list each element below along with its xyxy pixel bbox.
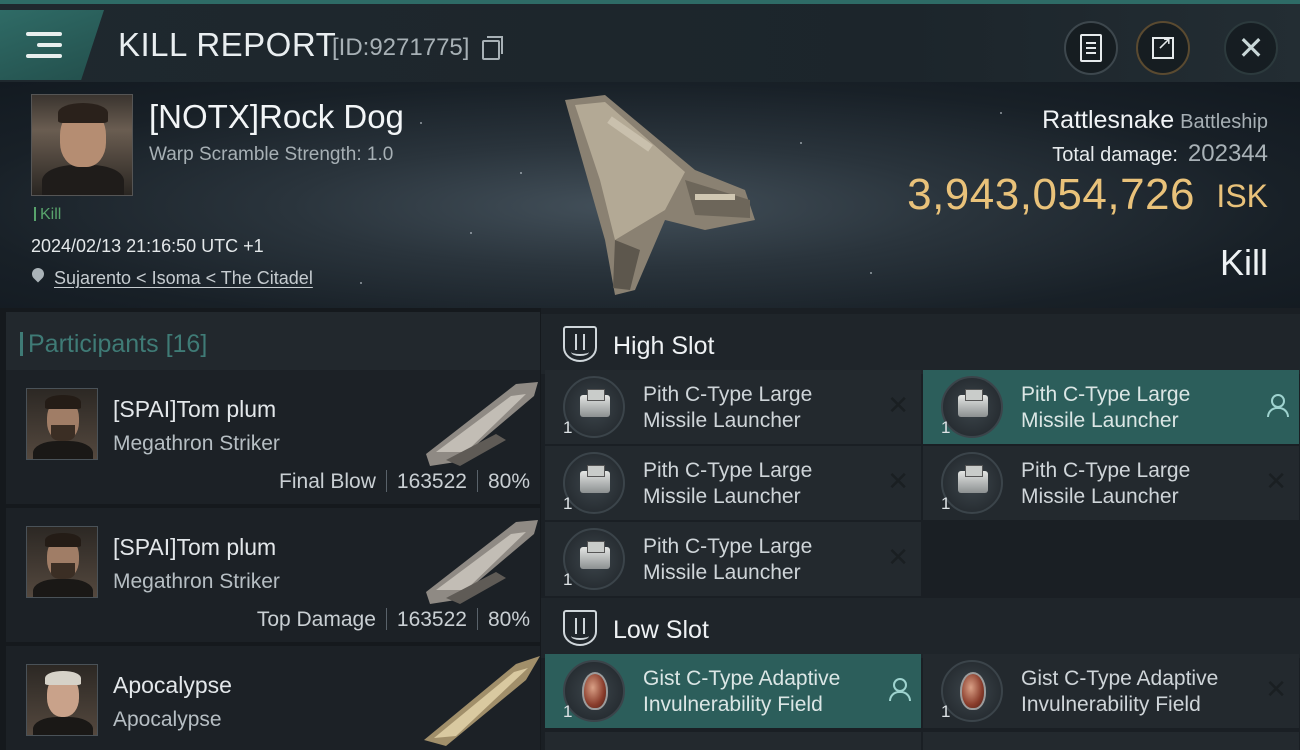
clipboard-button[interactable] xyxy=(1064,21,1118,75)
destroyed-icon: ✕ xyxy=(887,542,909,572)
low-slot-header: Low Slot xyxy=(541,598,1300,658)
participant-ship-image xyxy=(426,382,538,466)
participant-ship-image xyxy=(424,656,540,746)
module-name: Pith C-Type Large Missile Launcher xyxy=(1021,383,1191,432)
high-slot-label: High Slot xyxy=(613,332,715,360)
menu-icon xyxy=(26,32,62,62)
module-quantity: 1 xyxy=(563,570,573,589)
participant-portrait[interactable] xyxy=(26,388,98,460)
participants-panel: Participants [16] [SPAI]Tom plum Megathr… xyxy=(0,308,541,750)
participant-role: Top Damage xyxy=(256,608,376,631)
module-quantity: 1 xyxy=(941,418,951,437)
victim-name[interactable]: [NOTX]Rock Dog xyxy=(149,98,404,136)
close-button[interactable]: ✕ xyxy=(1224,21,1278,75)
victim-ship-class: Battleship xyxy=(1180,111,1268,133)
module-name: Pith C-Type Large Missile Launcher xyxy=(1021,459,1191,508)
destroyed-icon: ✕ xyxy=(1265,674,1287,704)
share-button[interactable] xyxy=(1136,21,1190,75)
participant-damage: 163522 xyxy=(396,608,467,631)
participant-name: [SPAI]Tom plum xyxy=(113,534,277,560)
high-slot-header: High Slot xyxy=(541,314,1300,374)
isk-value: 3,943,054,726 xyxy=(907,170,1195,219)
total-damage: Total damage: 202344 xyxy=(1052,140,1268,167)
destroyed-icon: ✕ xyxy=(887,390,909,420)
dropped-person-icon xyxy=(1265,394,1289,418)
participant-name: [SPAI]Tom plum xyxy=(113,396,277,422)
module-name: Pith C-Type Large Missile Launcher xyxy=(643,383,813,432)
report-id: [ID:9271775] xyxy=(332,34,470,61)
participant-ship-image xyxy=(426,520,538,604)
clipboard-icon xyxy=(1080,34,1102,62)
victim-ship-image xyxy=(565,95,755,295)
participant-row[interactable]: [SPAI]Tom plum Megathron Striker Top Dam… xyxy=(6,508,540,642)
participants-count: [16] xyxy=(165,330,208,358)
low-slot-label: Low Slot xyxy=(613,616,709,644)
victim-ship-name: Rattlesnake Battleship xyxy=(1042,106,1268,134)
module-item[interactable]: 1 Pith C-Type Large Missile Launcher ✕ xyxy=(923,446,1299,520)
destroyed-icon: ✕ xyxy=(1265,466,1287,496)
copy-icon[interactable] xyxy=(482,36,503,60)
module-item[interactable] xyxy=(545,732,921,750)
participant-stats: Top Damage 163522 80% xyxy=(257,608,530,632)
module-quantity: 1 xyxy=(563,702,573,721)
participants-label: Participants [16] xyxy=(19,330,208,358)
close-icon: ✕ xyxy=(1237,30,1265,66)
participant-ship: Megathron Striker xyxy=(113,570,280,593)
total-damage-value: 202344 xyxy=(1187,140,1268,167)
victim-portrait[interactable] xyxy=(31,94,133,196)
participants-header: Participants [16] xyxy=(6,312,540,374)
participant-row[interactable]: Apocalypse Apocalypse xyxy=(6,646,540,750)
warp-scramble-strength: Warp Scramble Strength: 1.0 xyxy=(149,144,394,165)
module-quantity: 1 xyxy=(563,494,573,513)
module-item[interactable]: 1 Gist C-Type Adaptive Invulnerability Fi… xyxy=(545,654,921,728)
module-item[interactable] xyxy=(923,732,1299,750)
participant-percent: 80% xyxy=(487,608,530,631)
kill-tag: Kill xyxy=(34,206,61,224)
kill-timestamp: 2024/02/13 21:16:50 UTC +1 xyxy=(31,236,264,256)
module-name: Gist C-Type Adaptive Invulnerability Fiel… xyxy=(1021,667,1219,716)
participant-percent: 80% xyxy=(487,470,530,493)
module-item[interactable]: 1 Gist C-Type Adaptive Invulnerability Fi… xyxy=(923,654,1299,728)
module-name: Gist C-Type Adaptive Invulnerability Fiel… xyxy=(643,667,841,716)
module-item[interactable]: 1 Pith C-Type Large Missile Launcher ✕ xyxy=(545,522,921,596)
location-pin-icon xyxy=(31,268,45,286)
participant-name: Apocalypse xyxy=(113,672,232,698)
participant-role: Final Blow xyxy=(279,470,376,493)
participant-ship: Apocalypse xyxy=(113,708,222,731)
participant-row[interactable]: [SPAI]Tom plum Megathron Striker Final B… xyxy=(6,370,540,504)
module-name: Pith C-Type Large Missile Launcher xyxy=(643,459,813,508)
module-quantity: 1 xyxy=(941,702,951,721)
victim-banner: [NOTX]Rock Dog Warp Scramble Strength: 1… xyxy=(0,82,1300,308)
module-quantity: 1 xyxy=(563,418,573,437)
high-slot-icon xyxy=(563,326,597,362)
module-item[interactable]: 1 Pith C-Type Large Missile Launcher ✕ xyxy=(545,446,921,520)
module-item[interactable]: 1 Pith C-Type Large Missile Launcher ✕ xyxy=(545,370,921,444)
share-icon xyxy=(1152,33,1174,59)
menu-button[interactable] xyxy=(0,10,104,80)
page-title: KILL REPORT xyxy=(118,26,337,63)
participant-damage: 163522 xyxy=(396,470,467,493)
fittings-panel: High Slot 1 Pith C-Type Large Missile Lau… xyxy=(541,308,1300,750)
participant-stats: Final Blow 163522 80% xyxy=(279,470,530,494)
participant-ship: Megathron Striker xyxy=(113,432,280,455)
module-item[interactable]: 1 Pith C-Type Large Missile Launcher xyxy=(923,370,1299,444)
module-name: Pith C-Type Large Missile Launcher xyxy=(643,535,813,584)
header-bar: KILL REPORT [ID:9271775] ✕ xyxy=(0,0,1300,82)
destroyed-icon: ✕ xyxy=(887,466,909,496)
isk-unit: ISK xyxy=(1216,178,1268,214)
participant-portrait[interactable] xyxy=(26,664,98,736)
low-slot-icon xyxy=(563,610,597,646)
module-quantity: 1 xyxy=(941,494,951,513)
participant-portrait[interactable] xyxy=(26,526,98,598)
dropped-person-icon xyxy=(887,678,911,702)
location-link[interactable]: Sujarento < Isoma < The Citadel xyxy=(54,268,313,289)
kill-outcome: Kill xyxy=(1219,242,1268,283)
